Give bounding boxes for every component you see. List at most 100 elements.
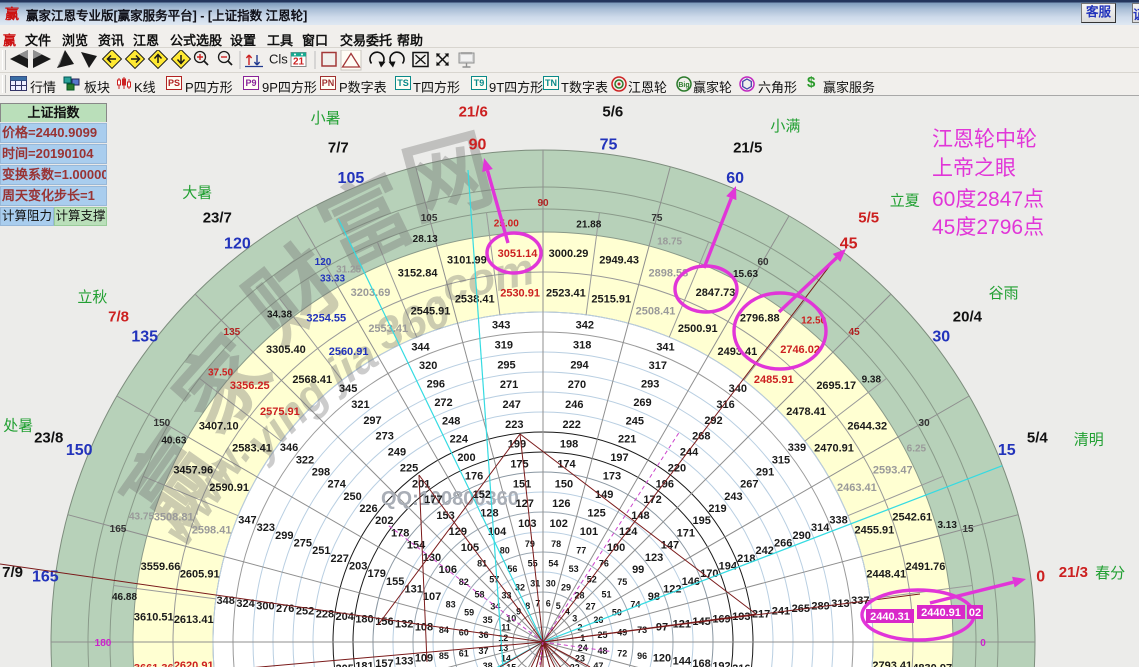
svg-text:清明: 清明 bbox=[1074, 432, 1104, 449]
svg-text:296: 296 bbox=[427, 378, 445, 390]
svg-text:90: 90 bbox=[469, 136, 487, 153]
svg-text:297: 297 bbox=[363, 415, 381, 427]
svg-text:340: 340 bbox=[729, 383, 747, 395]
svg-text:219: 219 bbox=[708, 503, 726, 515]
svg-text:197: 197 bbox=[610, 452, 628, 464]
svg-text:36: 36 bbox=[478, 630, 488, 640]
svg-text:21: 21 bbox=[293, 57, 305, 68]
svg-text:243: 243 bbox=[724, 491, 742, 503]
svg-text:100: 100 bbox=[607, 542, 625, 554]
svg-text:2508.41: 2508.41 bbox=[636, 306, 676, 318]
svg-text:221: 221 bbox=[618, 434, 636, 446]
svg-text:2613.41: 2613.41 bbox=[174, 614, 214, 626]
svg-text:2568.41: 2568.41 bbox=[292, 374, 332, 386]
svg-text:222: 222 bbox=[563, 419, 581, 431]
svg-text:3305.40: 3305.40 bbox=[266, 344, 306, 356]
svg-text:173: 173 bbox=[603, 471, 621, 483]
svg-text:148: 148 bbox=[631, 510, 649, 522]
svg-text:43.75: 43.75 bbox=[129, 511, 154, 522]
svg-text:Cls: Cls bbox=[269, 52, 288, 67]
svg-text:30: 30 bbox=[546, 579, 556, 589]
svg-text:273: 273 bbox=[376, 431, 394, 443]
svg-text:18.75: 18.75 bbox=[657, 237, 682, 248]
svg-text:103: 103 bbox=[518, 518, 536, 530]
svg-text:2949.43: 2949.43 bbox=[599, 255, 639, 267]
svg-text:60: 60 bbox=[459, 628, 469, 638]
svg-text:3: 3 bbox=[572, 614, 577, 624]
svg-text:165: 165 bbox=[110, 524, 127, 535]
svg-text:168: 168 bbox=[692, 658, 710, 667]
svg-text:274: 274 bbox=[328, 479, 347, 491]
svg-text:21.88: 21.88 bbox=[576, 220, 601, 231]
svg-text:3508.81: 3508.81 bbox=[154, 512, 194, 524]
svg-text:大暑: 大暑 bbox=[182, 184, 212, 201]
svg-text:23/7: 23/7 bbox=[203, 210, 232, 227]
svg-text:218: 218 bbox=[737, 553, 755, 565]
svg-text:269: 269 bbox=[633, 397, 651, 409]
svg-text:2538.41: 2538.41 bbox=[455, 294, 495, 306]
svg-text:293: 293 bbox=[641, 378, 659, 390]
svg-text:30: 30 bbox=[932, 328, 950, 345]
svg-text:35: 35 bbox=[483, 615, 493, 625]
svg-text:40.63: 40.63 bbox=[161, 436, 186, 447]
svg-text:120: 120 bbox=[224, 236, 251, 253]
svg-text:47: 47 bbox=[593, 661, 603, 667]
svg-text:299: 299 bbox=[275, 530, 293, 542]
svg-text:90: 90 bbox=[537, 198, 549, 209]
svg-text:147: 147 bbox=[661, 540, 679, 552]
svg-text:2530.91: 2530.91 bbox=[500, 288, 540, 300]
svg-text:343: 343 bbox=[492, 320, 510, 332]
svg-text:322: 322 bbox=[296, 454, 314, 466]
svg-text:2620.91: 2620.91 bbox=[174, 660, 214, 667]
svg-text:298: 298 bbox=[312, 467, 330, 479]
svg-text:146: 146 bbox=[682, 576, 700, 588]
svg-text:294: 294 bbox=[570, 359, 589, 371]
svg-text:33.33: 33.33 bbox=[320, 273, 345, 284]
svg-text:135: 135 bbox=[131, 328, 158, 345]
svg-text:2491.76: 2491.76 bbox=[906, 561, 946, 573]
svg-text:105: 105 bbox=[338, 170, 365, 187]
svg-text:75: 75 bbox=[600, 136, 618, 153]
svg-text:150: 150 bbox=[555, 478, 573, 490]
svg-text:295: 295 bbox=[497, 359, 515, 371]
svg-text:203: 203 bbox=[349, 561, 367, 573]
svg-text:21/6: 21/6 bbox=[459, 104, 488, 121]
svg-text:45: 45 bbox=[849, 327, 861, 338]
svg-text:立秋: 立秋 bbox=[77, 289, 107, 306]
svg-text:165: 165 bbox=[32, 569, 59, 586]
svg-text:150: 150 bbox=[66, 442, 93, 459]
svg-text:181: 181 bbox=[355, 661, 373, 667]
svg-text:31: 31 bbox=[530, 579, 540, 589]
svg-text:292: 292 bbox=[704, 415, 722, 427]
svg-text:2440.31: 2440.31 bbox=[870, 611, 910, 623]
svg-text:春分: 春分 bbox=[1095, 565, 1125, 582]
svg-text:102: 102 bbox=[550, 518, 568, 530]
svg-text:120: 120 bbox=[653, 653, 671, 665]
svg-text:177: 177 bbox=[424, 494, 442, 506]
svg-text:339: 339 bbox=[788, 442, 806, 454]
svg-text:21/3: 21/3 bbox=[1059, 564, 1088, 581]
svg-text:0: 0 bbox=[980, 638, 986, 649]
svg-text:344: 344 bbox=[411, 341, 430, 353]
svg-text:15: 15 bbox=[998, 442, 1016, 459]
svg-text:149: 149 bbox=[595, 489, 613, 501]
svg-text:144: 144 bbox=[673, 655, 692, 667]
svg-text:271: 271 bbox=[500, 379, 518, 391]
svg-text:224: 224 bbox=[450, 434, 469, 446]
svg-text:15: 15 bbox=[506, 662, 516, 667]
svg-text:338: 338 bbox=[829, 515, 847, 527]
svg-text:37.50: 37.50 bbox=[208, 367, 233, 378]
svg-text:2448.41: 2448.41 bbox=[866, 569, 906, 581]
svg-text:3407.10: 3407.10 bbox=[199, 420, 239, 432]
svg-text:2455.91: 2455.91 bbox=[855, 525, 895, 537]
svg-text:7/8: 7/8 bbox=[108, 308, 129, 325]
svg-text:226: 226 bbox=[359, 503, 377, 515]
svg-text:345: 345 bbox=[339, 383, 357, 395]
svg-text:220: 220 bbox=[668, 463, 686, 475]
svg-text:223: 223 bbox=[505, 419, 523, 431]
svg-text:53: 53 bbox=[569, 564, 579, 574]
svg-text:12: 12 bbox=[498, 633, 508, 643]
svg-text:5/4: 5/4 bbox=[1027, 429, 1049, 446]
svg-text:132: 132 bbox=[395, 619, 413, 631]
svg-text:275: 275 bbox=[294, 538, 312, 550]
